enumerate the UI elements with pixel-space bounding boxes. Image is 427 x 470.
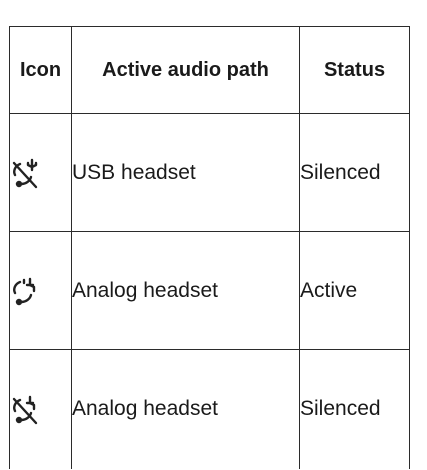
active-audio-path-cell: USB headset — [71, 113, 300, 232]
table-row: Analog headset Silenced — [9, 349, 410, 469]
active-audio-path-cell: Analog headset — [71, 349, 300, 469]
active-audio-path-cell: Analog headset — [71, 231, 300, 350]
header-row: Icon Active audio path Status — [9, 26, 410, 114]
status-cell: Silenced — [299, 349, 410, 469]
status-cell: Silenced — [299, 113, 410, 232]
analog-headset-active-icon — [10, 275, 40, 307]
status-cell: Active — [299, 231, 410, 350]
table-row: Analog headset Active — [9, 231, 410, 350]
header-icon: Icon — [9, 26, 72, 114]
icon-cell — [9, 113, 72, 232]
table-row: USB headset Silenced — [9, 113, 410, 232]
header-active-audio-path: Active audio path — [71, 26, 300, 114]
usb-headset-silenced-icon — [10, 157, 40, 189]
audio-path-table: Icon Active audio path Status USB headse… — [9, 26, 410, 469]
icon-cell — [9, 349, 72, 469]
analog-headset-silenced-icon — [10, 393, 40, 425]
header-status: Status — [299, 26, 410, 114]
icon-cell — [9, 231, 72, 350]
